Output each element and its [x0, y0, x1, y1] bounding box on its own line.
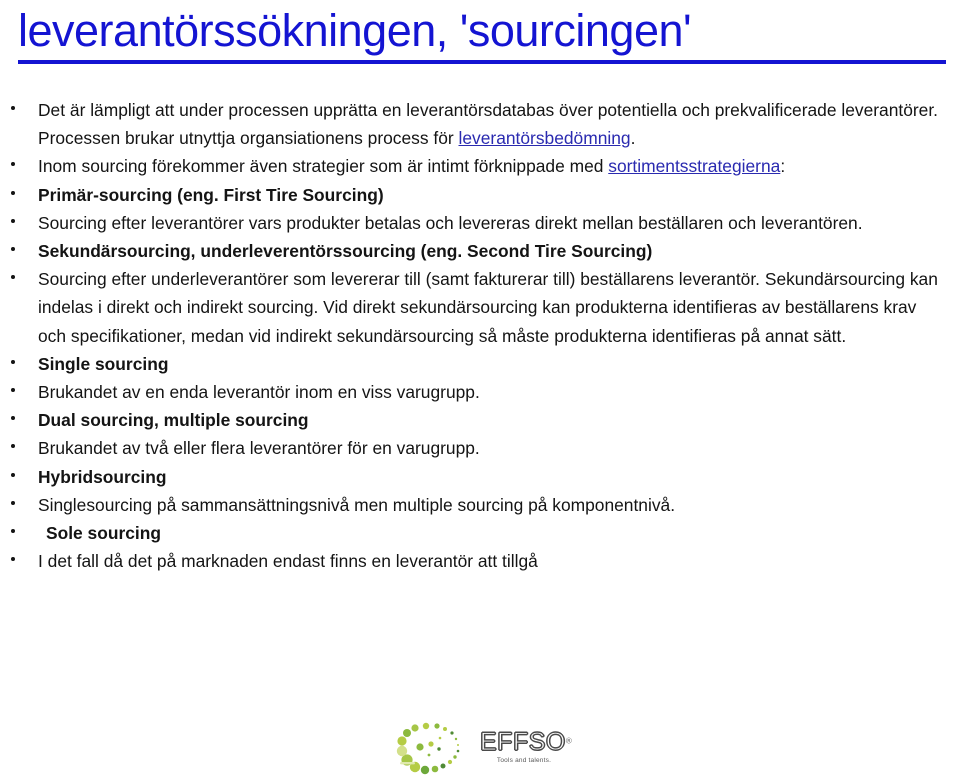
text-run: Dual sourcing, multiple sourcing: [38, 410, 309, 431]
text-run: Sekundärsourcing, underleverentörssourci…: [38, 241, 653, 262]
bullet-text: Singlesourcing på sammansättningsnivå me…: [38, 491, 948, 519]
bullet-list: Det är lämpligt att under processen uppr…: [0, 96, 960, 575]
text-run: Single sourcing: [38, 353, 169, 374]
bullet-dot-icon: [11, 218, 15, 223]
bullet-dot-icon: [11, 388, 15, 393]
bullet-text: Sole sourcing: [38, 519, 948, 547]
text-run: Sourcing efter leverantörer vars produkt…: [38, 212, 863, 233]
bullet-text: Hybridsourcing: [38, 463, 948, 491]
bullet-text: Primär-sourcing (eng. First Tire Sourcin…: [38, 181, 948, 209]
bullet-dot-icon: [11, 472, 15, 477]
text-run: Singlesourcing på sammansättningsnivå me…: [38, 494, 676, 515]
bullet-dual-sourcing-heading: Dual sourcing, multiple sourcing: [0, 406, 960, 434]
bullet-primar-sourcing-desc: Sourcing efter leverantörer vars produkt…: [0, 209, 960, 237]
text-run: :: [780, 156, 786, 177]
bullet-dual-sourcing-desc: Brukandet av två eller flera leverantöre…: [0, 434, 960, 462]
text-run: Brukandet av två eller flera leverantöre…: [38, 438, 480, 459]
bullet-dot-icon: [11, 190, 15, 195]
logo-wordmark: EFFSO® Tools and talents.: [480, 728, 576, 764]
bullet-hybridsourcing-desc: Singlesourcing på sammansättningsnivå me…: [0, 491, 960, 519]
effso-logo: EFFSO® Tools and talents.: [396, 722, 576, 778]
bullet-text: Brukandet av en enda leverantör inom en …: [38, 378, 948, 406]
bullet-text: Inom sourcing förekommer även strategier…: [38, 152, 948, 180]
title-underline: [18, 60, 946, 64]
text-run: Inom sourcing förekommer även strategier…: [38, 156, 609, 177]
bullet-dot-icon: [11, 106, 15, 110]
bullet-strategies: Inom sourcing förekommer även strategier…: [0, 152, 960, 180]
text-run: Brukandet av en enda leverantör inom en …: [38, 382, 480, 403]
bullet-dot-icon: [11, 247, 15, 252]
bullet-dot-icon: [11, 275, 15, 280]
text-run: Primär-sourcing (eng. First Tire Sourcin…: [38, 184, 384, 205]
bullet-intro-database: Det är lämpligt att under processen uppr…: [0, 96, 960, 152]
bullet-dot-icon: [11, 500, 15, 505]
bullet-text: Det är lämpligt att under processen uppr…: [38, 96, 948, 152]
bullet-text: Dual sourcing, multiple sourcing: [38, 406, 948, 434]
bullet-text: Sekundärsourcing, underleverentörssourci…: [38, 237, 948, 265]
bullet-primar-sourcing-heading: Primär-sourcing (eng. First Tire Sourcin…: [0, 181, 960, 209]
bullet-sekundarsourcing-heading: Sekundärsourcing, underleverentörssourci…: [0, 237, 960, 265]
text-run: I det fall då det på marknaden endast fi…: [38, 551, 538, 572]
logo-text: EFFSO: [480, 728, 566, 756]
bullet-sole-sourcing-desc: I det fall då det på marknaden endast fi…: [0, 547, 960, 575]
hyperlink[interactable]: sortimentsstrategierna: [608, 156, 780, 176]
logo-tagline: Tools and talents.: [496, 757, 552, 764]
bullet-single-sourcing-desc: Brukandet av en enda leverantör inom en …: [0, 378, 960, 406]
bullet-single-sourcing-heading: Single sourcing: [0, 350, 960, 378]
bullet-text: Sourcing efter leverantörer vars produkt…: [38, 209, 948, 237]
hyperlink[interactable]: leverantörsbedömning: [459, 128, 631, 148]
bullet-text: Brukandet av två eller flera leverantöre…: [38, 434, 948, 462]
text-run: Hybridsourcing: [38, 466, 167, 487]
bullet-dot-icon: [11, 162, 15, 167]
bullet-text: Sourcing efter underleverantörer som lev…: [38, 265, 948, 350]
bullet-dot-icon: [11, 529, 15, 534]
bullet-dot-icon: [11, 557, 15, 562]
bullet-dot-icon: [11, 359, 15, 364]
text-run: .: [630, 128, 636, 149]
bullet-sole-sourcing-heading: Sole sourcing: [0, 519, 960, 547]
bullet-text: Single sourcing: [38, 350, 948, 378]
bullet-sekundarsourcing-desc: Sourcing efter underleverantörer som lev…: [0, 265, 960, 350]
bullet-hybridsourcing-heading: Hybridsourcing: [0, 463, 960, 491]
bullet-text: I det fall då det på marknaden endast fi…: [38, 547, 948, 575]
registered-mark-icon: ®: [565, 736, 572, 746]
text-run: Sole sourcing: [46, 523, 161, 544]
bullet-dot-icon: [11, 416, 15, 421]
slide: leverantörssökningen, 'sourcingen' Det ä…: [0, 0, 960, 778]
page-title: leverantörssökningen, 'sourcingen': [18, 5, 692, 56]
logo-dots-icon: [396, 722, 474, 778]
bullet-dot-icon: [11, 444, 15, 449]
text-run: Sourcing efter underleverantörer som lev…: [38, 269, 938, 346]
